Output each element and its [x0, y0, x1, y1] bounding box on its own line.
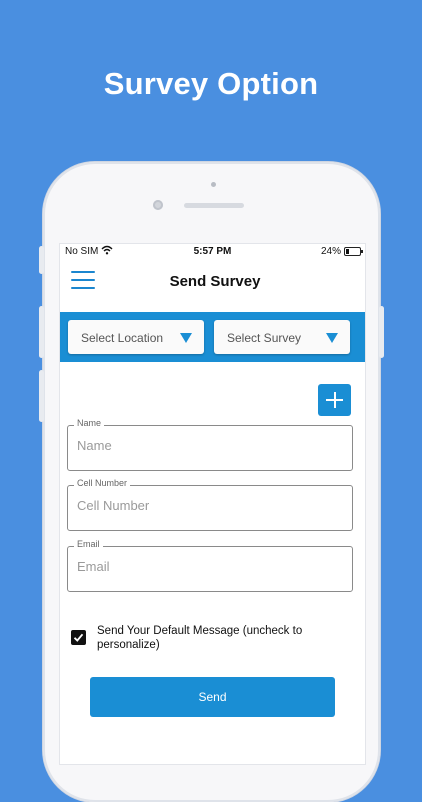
battery-icon	[344, 247, 363, 256]
plus-icon-stroke	[333, 392, 336, 408]
survey-select-label: Select Survey	[227, 331, 302, 345]
navbar: Send Survey	[60, 260, 365, 312]
default-message-checkbox[interactable]	[71, 630, 86, 645]
headline: Survey Option	[103, 66, 319, 101]
name-input[interactable]	[77, 438, 337, 453]
triangle-down-icon	[180, 333, 192, 343]
email-input[interactable]	[77, 559, 337, 574]
location-select-label: Select Location	[81, 331, 164, 345]
survey-select[interactable]: Select Survey	[214, 320, 350, 354]
app-screen: No SIM 5:57 PM 24% Send Survey Select Lo…	[59, 243, 366, 765]
name-field[interactable]: Name	[67, 418, 353, 471]
triangle-down-icon	[326, 333, 338, 343]
email-field-label: Email	[74, 539, 103, 549]
page-title: Send Survey	[169, 273, 261, 290]
cell-number-input[interactable]	[77, 498, 337, 513]
add-button[interactable]	[318, 384, 351, 416]
phone-volume-up	[39, 306, 44, 358]
phone-speaker	[184, 203, 244, 208]
phone-mute-switch	[39, 246, 44, 274]
battery-percent: 24%	[320, 246, 341, 257]
phone-power-button	[379, 306, 384, 358]
filter-bar: Select Location Select Survey	[60, 312, 365, 362]
phone-volume-down	[39, 370, 44, 422]
send-button[interactable]: Send	[90, 677, 335, 717]
status-time: 5:57 PM	[193, 246, 232, 257]
default-message-label: Send Your Default Message (uncheck to pe…	[97, 625, 303, 651]
phone-camera	[153, 200, 163, 210]
name-field-label: Name	[74, 418, 105, 428]
status-bar: No SIM 5:57 PM 24%	[60, 244, 365, 260]
cell-number-field[interactable]: Cell Number	[67, 478, 353, 531]
location-select[interactable]: Select Location	[68, 320, 204, 354]
checkmark-icon	[73, 633, 84, 642]
phone-sensor	[211, 182, 216, 187]
cell-number-field-label: Cell Number	[74, 478, 131, 488]
email-field[interactable]: Email	[67, 539, 353, 592]
